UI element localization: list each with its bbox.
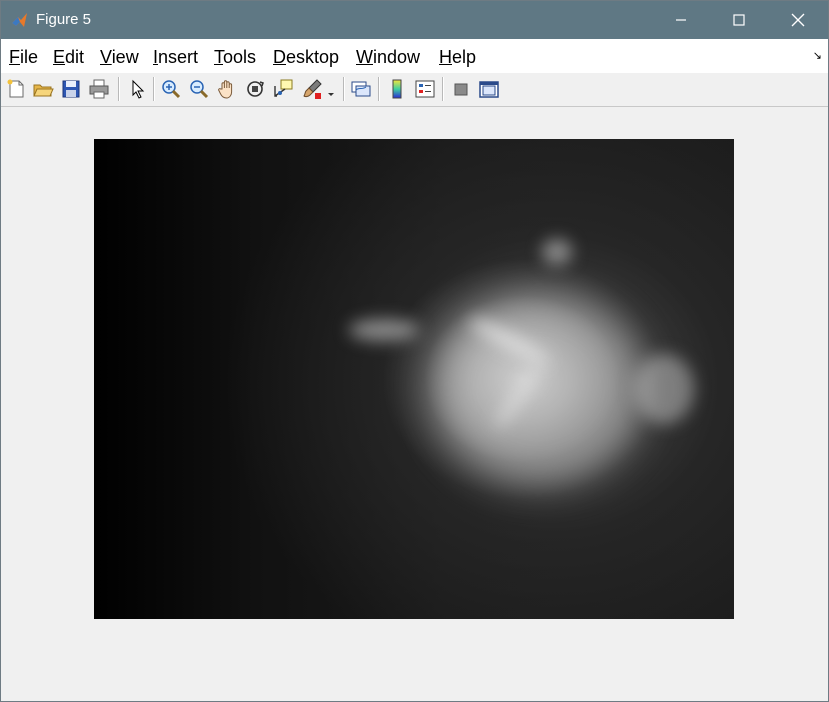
figure-window: Figure 5 File Edit View Insert Tools Des… <box>0 0 829 702</box>
menu-insert[interactable]: Insert <box>153 47 198 68</box>
save-icon[interactable] <box>60 78 82 100</box>
edit-plot-icon[interactable] <box>126 78 148 100</box>
rotate-3d-icon[interactable] <box>244 78 266 100</box>
image-axes[interactable] <box>94 139 734 619</box>
colorbar-icon[interactable] <box>386 78 408 100</box>
maximize-button[interactable] <box>710 1 768 39</box>
maximize-icon <box>733 14 745 26</box>
dock-figure-icon[interactable]: ↘ <box>813 49 822 62</box>
brush-dropdown-icon[interactable] <box>326 78 336 100</box>
title-bar[interactable]: Figure 5 <box>1 1 828 39</box>
window-title: Figure 5 <box>36 11 92 28</box>
matlab-logo-icon <box>12 13 27 27</box>
zoom-out-icon[interactable] <box>188 78 210 100</box>
image-blob-top <box>542 239 572 265</box>
toolbar-separator <box>153 77 155 101</box>
minimize-button[interactable] <box>652 1 710 39</box>
zoom-in-icon[interactable] <box>160 78 182 100</box>
image-blob-right <box>634 354 694 424</box>
toolbar-separator <box>343 77 345 101</box>
close-button[interactable] <box>769 1 827 39</box>
figure-canvas[interactable] <box>1 107 828 701</box>
menu-tools[interactable]: Tools <box>214 47 256 68</box>
legend-icon[interactable] <box>414 78 436 100</box>
data-cursor-icon[interactable] <box>272 78 294 100</box>
toolbar-separator <box>118 77 120 101</box>
figure-toolbar <box>1 73 828 107</box>
new-figure-icon[interactable] <box>5 78 27 100</box>
minimize-icon <box>676 19 686 21</box>
toolbar-separator <box>442 77 444 101</box>
pan-icon[interactable] <box>216 78 238 100</box>
toolbar-separator <box>378 77 380 101</box>
menu-edit[interactable]: Edit <box>53 47 84 68</box>
close-icon <box>791 13 805 27</box>
open-file-icon[interactable] <box>32 78 54 100</box>
menu-file[interactable]: File <box>9 47 38 68</box>
brush-icon[interactable] <box>301 78 323 100</box>
menu-bar: File Edit View Insert Tools Desktop Wind… <box>1 39 828 74</box>
print-icon[interactable] <box>88 78 110 100</box>
menu-view[interactable]: View <box>100 47 139 68</box>
menu-help[interactable]: Help <box>439 47 476 68</box>
link-plot-icon[interactable] <box>350 78 372 100</box>
menu-desktop[interactable]: Desktop <box>273 47 339 68</box>
image-blob-core <box>434 294 644 484</box>
image-blob-tail <box>349 319 419 341</box>
show-plot-tools-icon[interactable] <box>478 78 500 100</box>
menu-window[interactable]: Window <box>356 47 420 68</box>
hide-plot-tools-icon[interactable] <box>450 78 472 100</box>
